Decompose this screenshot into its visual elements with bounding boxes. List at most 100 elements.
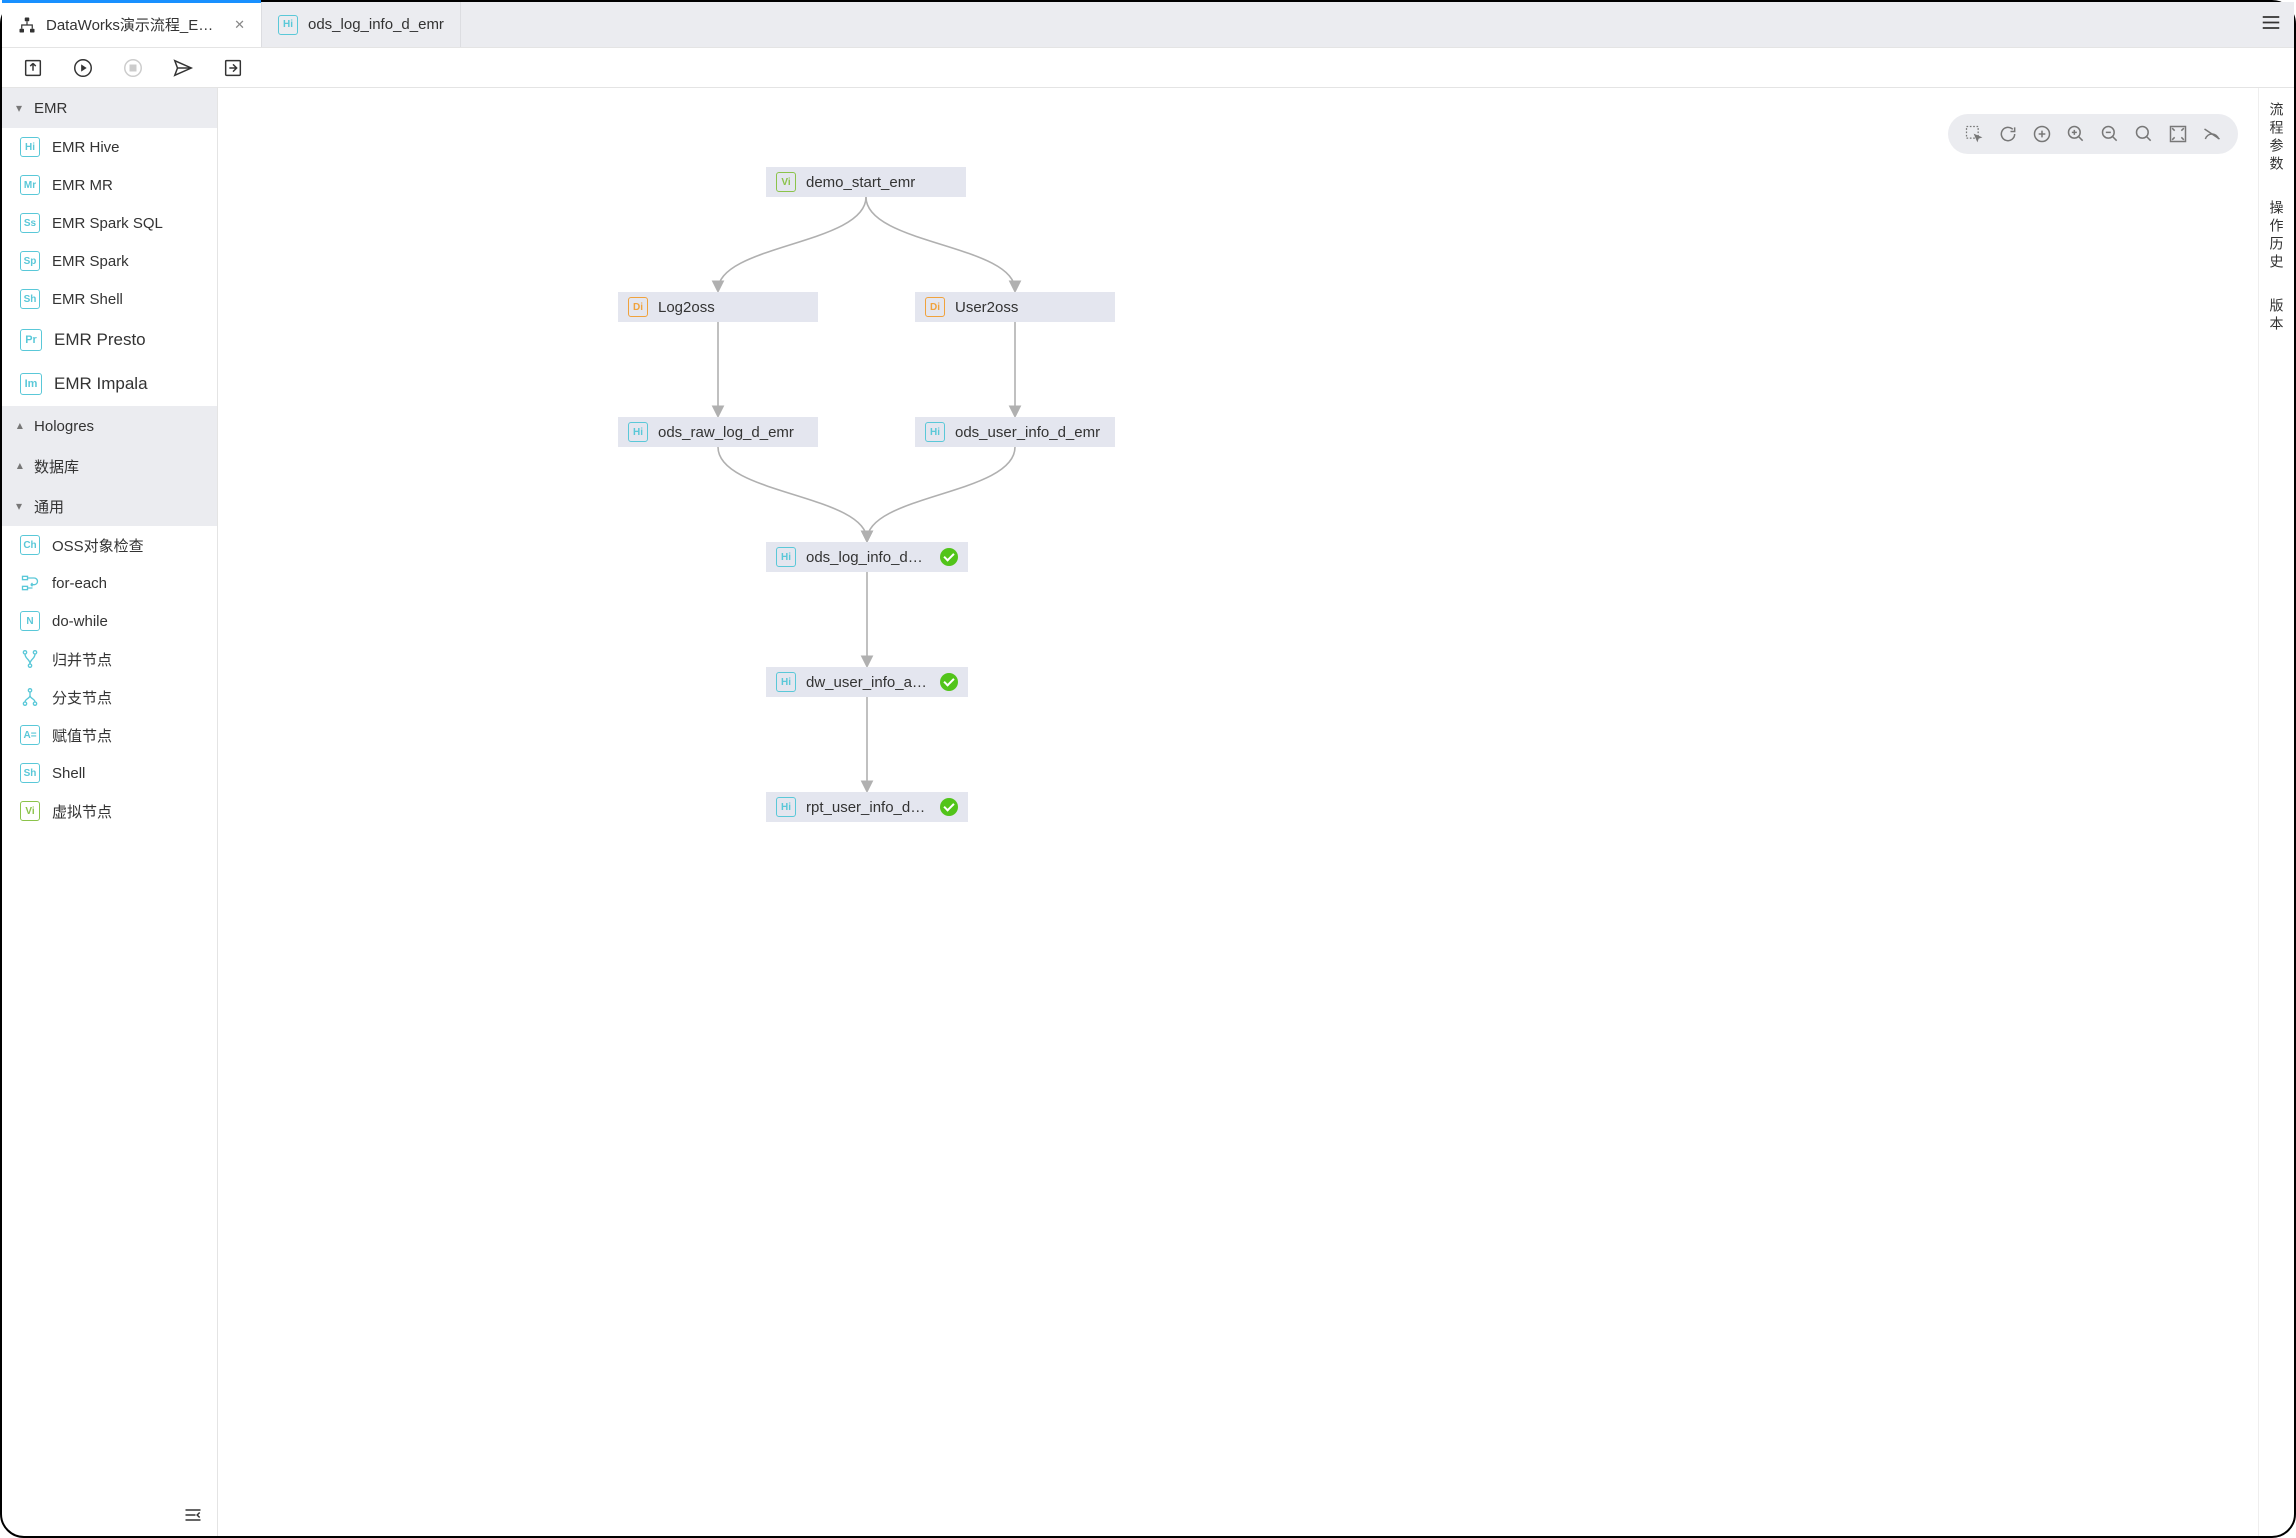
- refresh-button[interactable]: [1998, 124, 2018, 144]
- canvas-toolbar: [1948, 114, 2238, 154]
- close-icon[interactable]: ✕: [234, 17, 245, 33]
- flow-node-log2oss[interactable]: DiLog2oss: [618, 292, 818, 322]
- badge-icon: Vi: [20, 801, 40, 821]
- item-label: 赋值节点: [52, 725, 112, 746]
- node-type-item[interactable]: HiEMR Hive: [2, 128, 217, 166]
- group-header-emr[interactable]: ▾ EMR: [2, 88, 217, 128]
- node-type-item[interactable]: Ss EMR Spark SQL: [2, 204, 217, 242]
- node-type-item[interactable]: Sh Shell: [2, 754, 217, 792]
- item-label: 归并节点: [52, 649, 112, 670]
- node-type-item[interactable]: 分支节点: [2, 678, 217, 716]
- badge-icon: Ss: [20, 213, 40, 233]
- node-type-item[interactable]: Pr EMR Presto: [2, 318, 217, 362]
- badge-icon: Ch: [20, 535, 40, 555]
- item-label: for-each: [52, 575, 107, 592]
- svg-foreach-icon: [20, 573, 40, 593]
- node-type-item[interactable]: Mr EMR MR: [2, 166, 217, 204]
- node-type-icon: Hi: [925, 422, 945, 442]
- zoom-out-button[interactable]: [2100, 124, 2120, 144]
- badge-icon: Im: [20, 373, 42, 395]
- flow-node-user2oss[interactable]: DiUser2oss: [915, 292, 1115, 322]
- badge-icon: Pr: [20, 329, 42, 351]
- node-type-item[interactable]: 归并节点: [2, 640, 217, 678]
- item-label: EMR Spark: [52, 253, 129, 270]
- tab-node[interactable]: Hi ods_log_info_d_emr: [262, 2, 461, 47]
- group-header-hologres[interactable]: ▸ Hologres: [2, 406, 217, 446]
- flow-node-ods_log_info[interactable]: Hiods_log_info_d_emr: [766, 542, 968, 572]
- badge-icon: Sp: [20, 251, 40, 271]
- node-type-item[interactable]: for-each: [2, 564, 217, 602]
- item-label: EMR Hive: [52, 139, 120, 156]
- node-type-item[interactable]: Vi 虚拟节点: [2, 792, 217, 830]
- node-label: ods_log_info_d_emr: [806, 549, 930, 566]
- flow-node-dw_user_info[interactable]: Hidw_user_info_all_d...: [766, 667, 968, 697]
- group-header-通用[interactable]: ▾ 通用: [2, 486, 217, 526]
- node-label: ods_user_info_d_emr: [955, 424, 1100, 441]
- node-type-item[interactable]: Sp EMR Spark: [2, 242, 217, 280]
- chevron-icon: ▸: [12, 463, 26, 469]
- run-button[interactable]: [72, 57, 94, 79]
- node-type-item[interactable]: Ndo-while: [2, 602, 217, 640]
- group-label: 数据库: [34, 456, 79, 477]
- node-type-item[interactable]: Im EMR Impala: [2, 362, 217, 406]
- zoom-in-button[interactable]: [2066, 124, 2086, 144]
- import-button[interactable]: [222, 57, 244, 79]
- item-label: EMR Shell: [52, 291, 123, 308]
- node-type-item[interactable]: Ch OSS对象检查: [2, 526, 217, 564]
- collapse-sidebar-icon[interactable]: [183, 1505, 203, 1530]
- edges-layer: [218, 88, 2258, 1536]
- group-header-数据库[interactable]: ▸ 数据库: [2, 446, 217, 486]
- toolbar: [2, 48, 2294, 88]
- item-label: EMR Presto: [54, 330, 146, 350]
- search-button[interactable]: [2134, 124, 2154, 144]
- item-label: EMR Impala: [54, 374, 148, 394]
- rail-flow-params[interactable]: 流程参数: [2267, 102, 2287, 174]
- item-label: EMR Spark SQL: [52, 215, 163, 232]
- node-type-icon: Vi: [776, 172, 796, 192]
- flow-node-ods_raw_log[interactable]: Hiods_raw_log_d_emr: [618, 417, 818, 447]
- badge-icon: Sh: [20, 289, 40, 309]
- chevron-icon: ▾: [16, 499, 22, 513]
- node-label: rpt_user_info_d_emr: [806, 799, 930, 816]
- node-type-icon: Hi: [776, 672, 796, 692]
- flow-icon: [18, 16, 36, 34]
- rail-history[interactable]: 操作历史: [2267, 200, 2287, 272]
- group-label: EMR: [34, 100, 67, 117]
- group-label: Hologres: [34, 418, 94, 435]
- fullscreen-button[interactable]: [2168, 124, 2188, 144]
- export-button[interactable]: [22, 57, 44, 79]
- node-label: Log2oss: [658, 299, 715, 316]
- toggle-button[interactable]: [2202, 124, 2222, 144]
- node-label: User2oss: [955, 299, 1018, 316]
- tab-flow[interactable]: DataWorks演示流程_EM... ✕: [2, 2, 262, 47]
- chevron-icon: ▸: [12, 423, 26, 429]
- node-label: demo_start_emr: [806, 174, 915, 191]
- node-type-item[interactable]: A=赋值节点: [2, 716, 217, 754]
- add-node-button[interactable]: [2032, 124, 2052, 144]
- item-label: Shell: [52, 765, 85, 782]
- flow-node-rpt_user_info[interactable]: Hirpt_user_info_d_emr: [766, 792, 968, 822]
- group-label: 通用: [34, 496, 64, 517]
- menu-icon[interactable]: [2260, 11, 2282, 38]
- rail-version[interactable]: 版本: [2267, 298, 2287, 334]
- sidebar: ▾ EMR HiEMR Hive Mr EMR MR Ss EMR Spark SQL Sp E…: [2, 88, 218, 1536]
- item-label: 虚拟节点: [52, 801, 112, 822]
- item-label: EMR MR: [52, 177, 113, 194]
- success-icon: [940, 548, 958, 566]
- flow-node-ods_user_info[interactable]: Hi ods_user_info_d_emr: [915, 417, 1115, 447]
- node-type-item[interactable]: Sh EMR Shell: [2, 280, 217, 318]
- item-label: OSS对象检查: [52, 535, 144, 556]
- success-icon: [940, 798, 958, 816]
- canvas-area[interactable]: Videmo_start_emrDiLog2ossDiUser2ossHiods…: [218, 88, 2258, 1536]
- badge-icon: Mr: [20, 175, 40, 195]
- flow-node-demo_start_emr[interactable]: Vi demo_start_emr: [766, 167, 966, 197]
- send-button[interactable]: [172, 57, 194, 79]
- select-tool[interactable]: [1964, 124, 1984, 144]
- success-icon: [940, 673, 958, 691]
- main: ▾EMRHiEMR HiveMrEMR MRSsEMR Spark SQLSpE…: [2, 88, 2294, 1536]
- hi-icon: Hi: [278, 15, 298, 35]
- tab-bar: DataWorks演示流程_EM... ✕ Hi ods_log_info_d_…: [2, 2, 2294, 48]
- chevron-icon: ▾: [16, 101, 22, 115]
- badge-icon: Sh: [20, 763, 40, 783]
- stop-button: [122, 57, 144, 79]
